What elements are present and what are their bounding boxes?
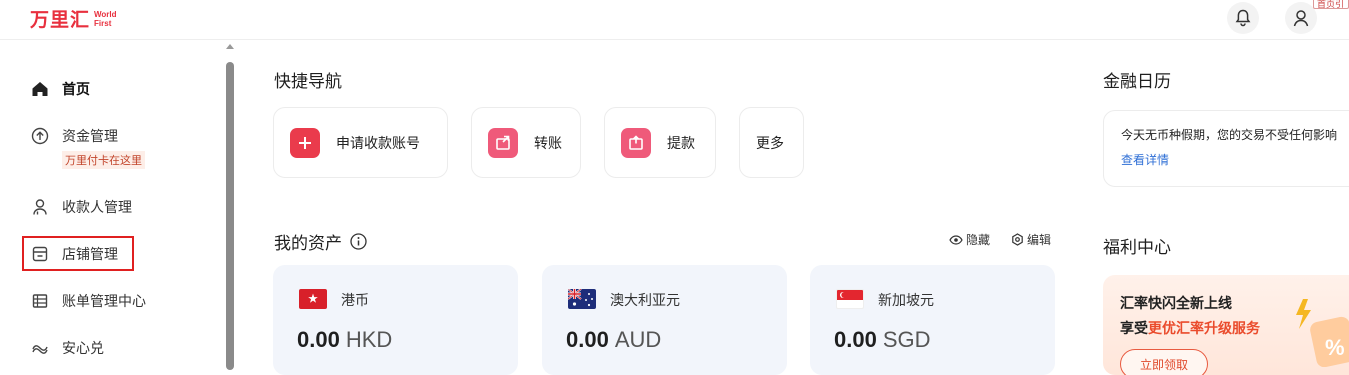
sidebar-item-home[interactable]: 首页 [30,79,90,99]
logo-en-line1: World [94,9,117,19]
withdraw-button[interactable]: 提款 [604,107,716,178]
scroll-thumb[interactable] [226,62,234,370]
highlight-box [22,236,134,271]
transfer-button[interactable]: 转账 [471,107,581,178]
amount-value: 0.00 [566,327,609,352]
sidebar-item-funds[interactable]: 资金管理 万里付卡在这里 [30,126,145,169]
sidebar-item-label: 首页 [62,82,90,98]
edit-label: 编辑 [1027,233,1052,247]
asset-card-hkd[interactable]: 港币 0.00 HKD [273,265,518,375]
promo-illustration: % [1295,297,1349,371]
promo-subline-highlight: 更优汇率升级服务 [1148,321,1260,337]
quick-nav-label: 提款 [667,135,695,152]
logo-en-line2: First [94,18,112,28]
quick-nav-title: 快捷导航 [274,72,342,92]
au-flag-icon [568,289,596,309]
apply-account-button[interactable]: 申请收款账号 [273,107,448,178]
sidebar-item-label: 安心兑 [62,341,104,357]
currency-code: AUD [614,327,662,352]
scroll-up-arrow-icon[interactable] [226,44,234,49]
hide-assets-button[interactable]: 隐藏 [949,231,990,248]
sg-flag-icon [836,289,864,309]
currency-amount: 0.00 SGD [834,327,931,353]
hide-label: 隐藏 [966,233,991,247]
currency-code: SGD [882,327,931,352]
logo-en-text: World First [94,10,117,28]
currency-code: HKD [345,327,393,352]
withdraw-icon [621,127,651,158]
currency-amount: 0.00 HKD [297,327,392,353]
calendar-card: 今天无币种假期，您的交易不受任何影响 查看详情 [1103,110,1349,187]
top-bar: 万里汇 World First 首页引 [0,0,1349,40]
more-button[interactable]: 更多 [739,107,804,178]
payee-icon [30,197,50,217]
eye-icon [949,234,963,245]
sidebar-item-payees[interactable]: 收款人管理 [30,197,132,217]
card-promo-tag[interactable]: 万里付卡在这里 [62,151,145,169]
currency-name: 港币 [341,293,369,309]
sidebar-item-exchange[interactable]: 安心兑 [30,338,104,358]
promo-card[interactable]: 汇率快闪全新上线 享受更优汇率升级服务 立即领取 % [1103,275,1349,375]
asset-card-aud[interactable]: 澳大利亚元 0.00 AUD [542,265,787,375]
assets-title: 我的资产 [274,234,342,254]
hk-flag-icon [299,289,327,309]
currency-name: 新加坡元 [878,293,934,309]
quick-nav-label: 转账 [534,135,562,152]
worldfirst-logo[interactable]: 万里汇 World First [30,5,117,32]
plus-icon [290,127,320,158]
sidebar-item-label: 收款人管理 [62,200,132,216]
quick-nav-label: 更多 [756,135,784,152]
sidebar: 首页 资金管理 万里付卡在这里 收款人管理 店铺管理 账单管理中心 安心兑 [0,41,224,370]
svg-text:%: % [1325,335,1345,360]
bill-icon [30,291,50,311]
sidebar-item-label: 资金管理 [62,129,118,145]
assets-title-row: 我的资产 [274,229,367,254]
claim-button[interactable]: 立即领取 [1120,349,1208,375]
amount-value: 0.00 [834,327,877,352]
welfare-title: 福利中心 [1103,238,1171,258]
info-icon[interactable] [350,233,367,250]
sidebar-item-bills[interactable]: 账单管理中心 [30,291,146,311]
calendar-text: 今天无币种假期，您的交易不受任何影响 [1121,128,1338,142]
user-icon [1293,10,1309,27]
logo-cn-text: 万里汇 [30,9,91,31]
quick-nav-label: 申请收款账号 [336,135,420,152]
bell-icon [1235,9,1251,27]
currency-amount: 0.00 AUD [566,327,661,353]
fund-icon [30,126,50,146]
edit-assets-button[interactable]: 编辑 [1011,231,1051,248]
sidebar-scrollbar[interactable] [224,44,236,370]
notification-button[interactable] [1227,2,1259,34]
transfer-icon [488,127,518,158]
currency-name: 澳大利亚元 [610,293,680,309]
home-icon [30,79,50,99]
gear-icon [1011,233,1024,246]
exchange-icon [30,338,50,358]
calendar-title: 金融日历 [1103,72,1171,92]
calendar-details-link[interactable]: 查看详情 [1121,151,1349,168]
sidebar-item-label: 账单管理中心 [62,294,146,310]
promo-subline-prefix: 享受 [1120,321,1148,337]
corner-tag[interactable]: 首页引 [1313,0,1349,9]
amount-value: 0.00 [297,327,340,352]
asset-card-sgd[interactable]: 新加坡元 0.00 SGD [810,265,1055,375]
